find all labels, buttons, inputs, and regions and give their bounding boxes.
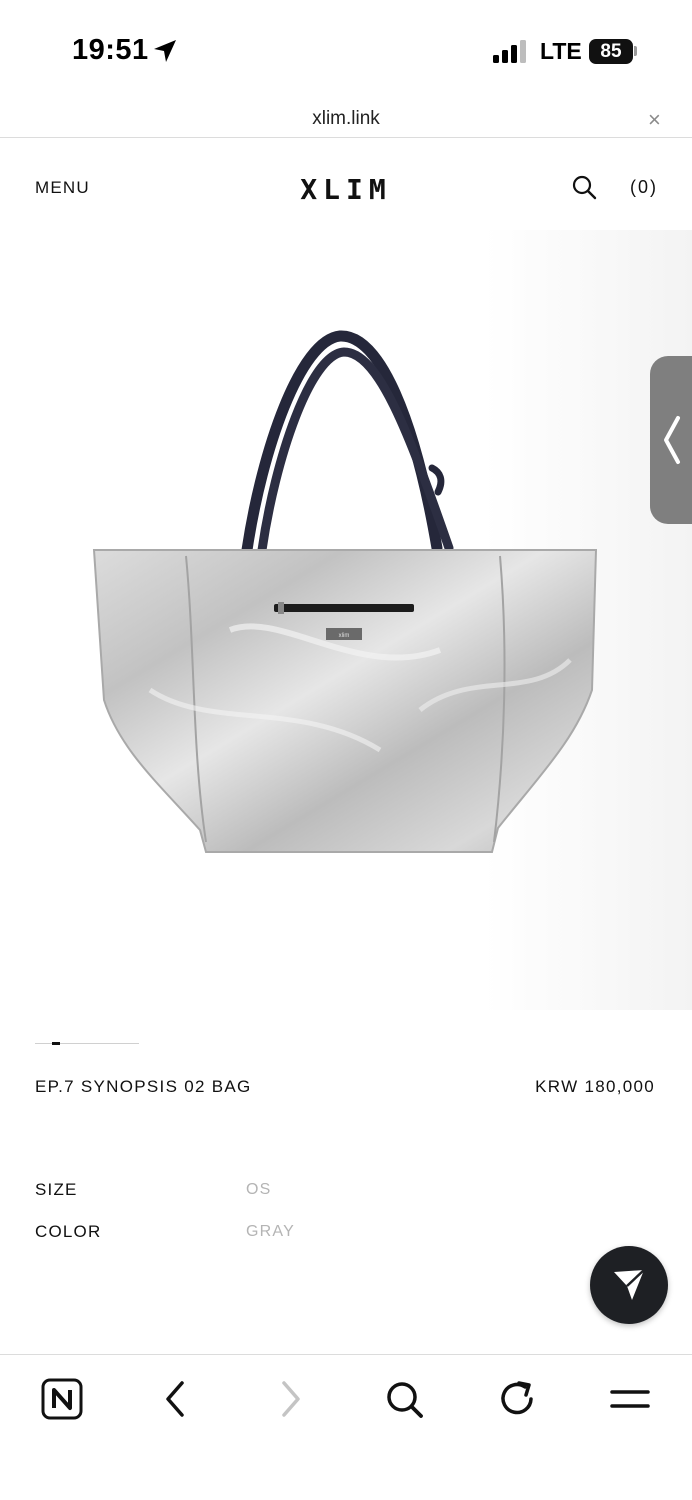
back-icon[interactable]	[154, 1377, 198, 1421]
product-price: KRW 180,000	[535, 1077, 655, 1096]
color-label: COLOR	[35, 1222, 102, 1241]
color-value[interactable]: GRAY	[246, 1223, 295, 1241]
size-value[interactable]: OS	[246, 1181, 272, 1199]
url-bar[interactable]: xlim.link ×	[0, 100, 692, 138]
bag-illustration: xlim	[92, 330, 598, 853]
image-slider-track[interactable]	[35, 1043, 139, 1044]
image-slider-thumb[interactable]	[52, 1042, 60, 1045]
search-icon[interactable]	[382, 1377, 426, 1421]
battery-level: 85	[589, 39, 633, 64]
send-icon	[614, 1269, 645, 1300]
status-time: 19:51	[72, 34, 149, 66]
cart-button[interactable]: (0)	[630, 177, 658, 198]
bag-tag-text: xlim	[339, 633, 350, 639]
n-home-icon[interactable]	[40, 1377, 84, 1421]
location-arrow-icon	[154, 40, 176, 62]
site-header: MENU XLIM (0)	[0, 150, 692, 230]
status-bar: 19:51 LTE 85	[0, 0, 692, 100]
reload-icon[interactable]	[495, 1377, 539, 1421]
browser-toolbar	[0, 1354, 692, 1500]
product-image[interactable]: xlim	[0, 230, 692, 1010]
chevron-left-icon[interactable]	[660, 414, 684, 466]
product-name: EP.7 SYNOPSIS 02 BAG	[35, 1077, 252, 1096]
send-button[interactable]	[590, 1246, 668, 1324]
search-icon[interactable]	[571, 174, 597, 200]
network-type: LTE	[540, 38, 582, 64]
menu-icon[interactable]	[608, 1377, 652, 1421]
forward-icon[interactable]	[268, 1377, 312, 1421]
battery-tip	[634, 46, 637, 56]
signal-bars-icon	[493, 40, 526, 63]
close-icon[interactable]: ×	[648, 107, 661, 133]
size-label: SIZE	[35, 1180, 78, 1199]
url-text[interactable]: xlim.link	[0, 108, 692, 130]
